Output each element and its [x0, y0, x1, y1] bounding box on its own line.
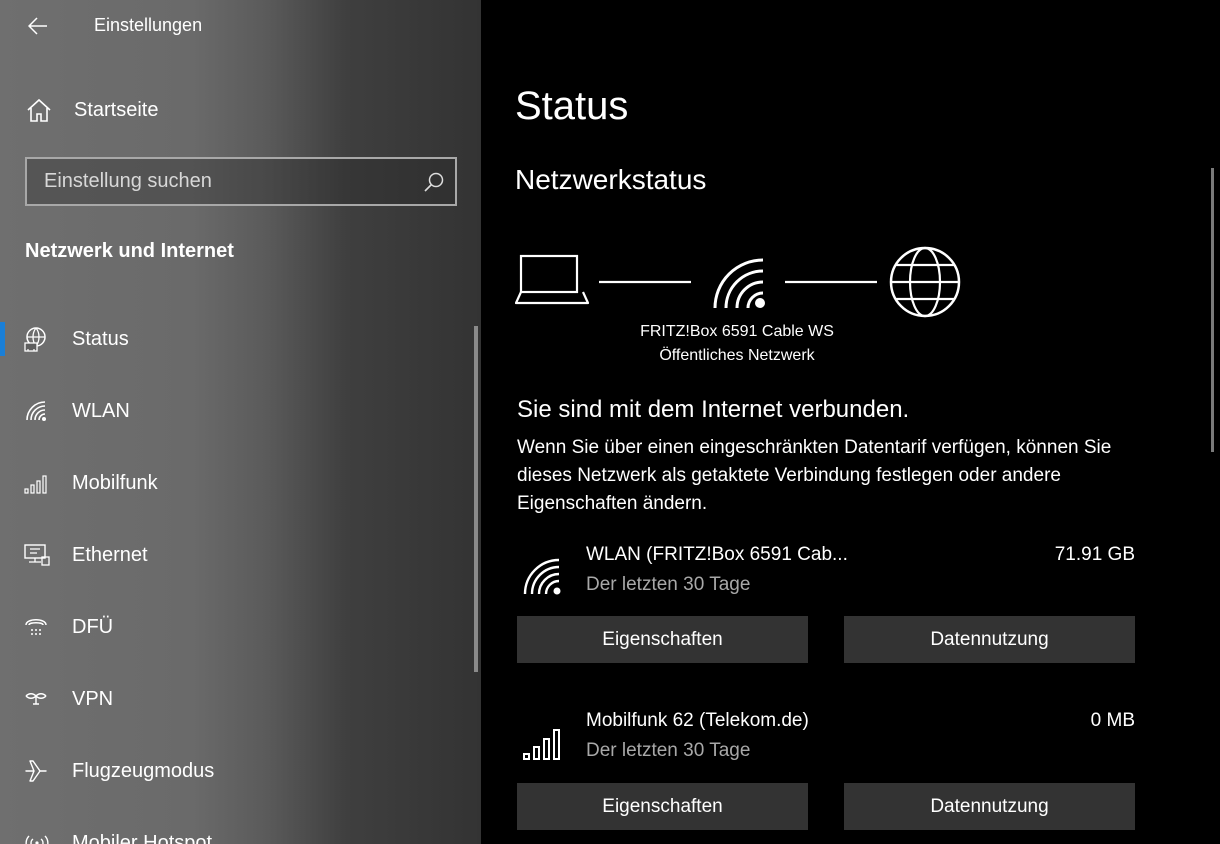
connection-period: Der letzten 30 Tage: [586, 574, 751, 595]
back-arrow-icon: [28, 17, 47, 35]
wifi-icon: [523, 558, 561, 595]
sidebar-item-dfu[interactable]: DFÜ: [0, 592, 481, 664]
back-button[interactable]: [22, 10, 54, 42]
connection-usage: 0 MB: [1090, 710, 1135, 731]
cellular-icon: [24, 475, 47, 494]
connection-status: Sie sind mit dem Internet verbunden.: [517, 396, 910, 423]
page-title: Status: [515, 84, 629, 128]
vpn-icon: [25, 693, 47, 705]
connection-item-wlan: WLAN (FRITZ!Box 6591 Cab... Der letzten …: [517, 542, 1135, 612]
sidebar-item-label: Status: [72, 328, 129, 350]
app-title: Einstellungen: [94, 15, 203, 35]
main-content: Status Netzwerkstatus FRITZ!Box 6591 Cab…: [481, 0, 1220, 844]
airplane-icon: [25, 760, 47, 782]
wifi-icon: [26, 401, 46, 421]
ethernet-icon: [24, 544, 50, 566]
sidebar-item-ethernet[interactable]: Ethernet: [0, 520, 481, 592]
sidebar-item-label: VPN: [72, 688, 114, 710]
section-heading: Netzwerkstatus: [515, 164, 707, 195]
sidebar-item-flugzeugmodus[interactable]: Flugzeugmodus: [0, 736, 481, 808]
laptop-icon: [515, 254, 590, 305]
globe-icon: [889, 246, 961, 318]
connection-item-mobilfunk: Mobilfunk 62 (Telekom.de) Der letzten 30…: [517, 708, 1135, 778]
network-name: FRITZ!Box 6591 Cable WS: [640, 323, 834, 340]
hotspot-icon: [25, 835, 49, 844]
sidebar-item-wlan[interactable]: WLAN: [0, 376, 481, 448]
network-status-diagram: [515, 246, 961, 318]
sidebar-item-mobilfunk[interactable]: Mobilfunk: [0, 448, 481, 520]
search-input[interactable]: [27, 159, 417, 204]
globe-status-icon: [24, 327, 46, 352]
sidebar-item-hotspot[interactable]: Mobiler Hotspot: [0, 808, 481, 844]
connection-period: Der letzten 30 Tage: [586, 740, 751, 761]
sidebar-item-label: Mobiler Hotspot: [72, 832, 213, 844]
properties-button[interactable]: Eigenschaften: [517, 783, 808, 830]
sidebar: Einstellungen Startseite Netzwerk und In…: [0, 0, 481, 844]
properties-button[interactable]: Eigenschaften: [517, 616, 808, 663]
sidebar-item-label: Mobilfunk: [72, 472, 158, 494]
sidebar-item-label: DFÜ: [72, 616, 114, 638]
sidebar-item-label: Flugzeugmodus: [72, 760, 215, 782]
home-icon: [27, 98, 51, 122]
main-scrollbar[interactable]: [1211, 168, 1214, 452]
search-box[interactable]: [25, 157, 457, 206]
sidebar-item-label: Ethernet: [72, 544, 148, 566]
home-link[interactable]: Startseite: [0, 86, 481, 134]
nav-list: Status WLAN Mobilfunk Ethernet DFÜ VPN F…: [0, 304, 481, 844]
search-icon[interactable]: [423, 171, 445, 193]
network-type: Öffentliches Netzwerk: [659, 347, 815, 364]
data-usage-button[interactable]: Datennutzung: [844, 616, 1135, 663]
sidebar-item-label: WLAN: [72, 400, 130, 422]
sidebar-item-vpn[interactable]: VPN: [0, 664, 481, 736]
dialup-icon: [25, 619, 47, 635]
home-label: Startseite: [74, 99, 159, 121]
connection-description: Wenn Sie über einen eingeschränkten Date…: [517, 437, 1112, 514]
connection-usage: 71.91 GB: [1054, 544, 1135, 565]
cellular-icon: [523, 729, 560, 760]
sidebar-scrollbar[interactable]: [474, 326, 478, 672]
connection-name: Mobilfunk 62 (Telekom.de): [586, 710, 809, 731]
wifi-icon: [713, 258, 765, 309]
sidebar-item-status[interactable]: Status: [0, 304, 481, 376]
network-info: FRITZ!Box 6591 Cable WS Öffentliches Net…: [601, 320, 873, 368]
connection-name: WLAN (FRITZ!Box 6591 Cab...: [586, 544, 848, 565]
section-title: Netzwerk und Internet: [25, 240, 234, 262]
data-usage-button[interactable]: Datennutzung: [844, 783, 1135, 830]
